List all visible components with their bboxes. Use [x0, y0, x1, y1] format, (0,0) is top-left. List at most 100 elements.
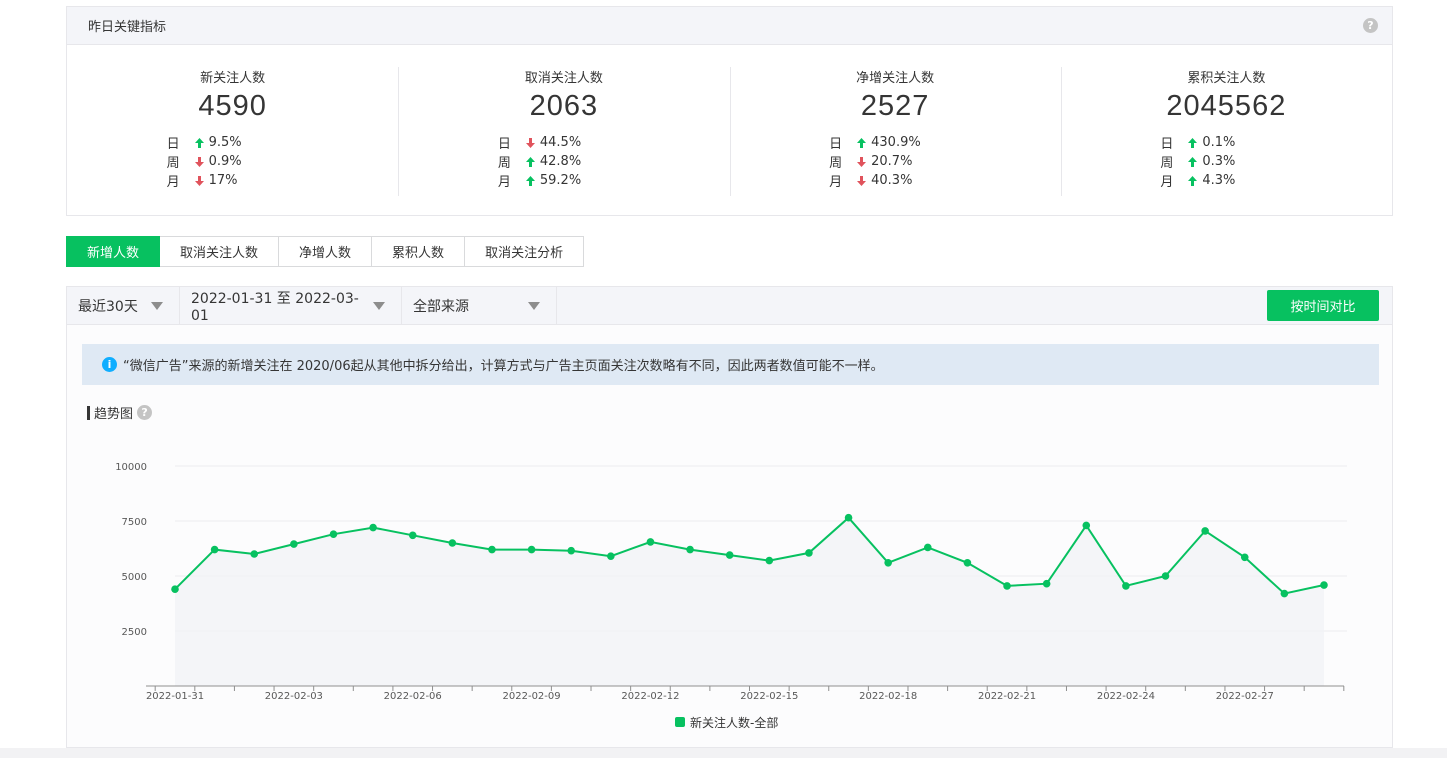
data-point: [884, 559, 892, 567]
period-label: 月: [829, 175, 843, 190]
metric-value: 2063: [529, 90, 599, 122]
change-percent: 20.7%: [871, 154, 913, 169]
arrow-up-icon: [1186, 137, 1199, 148]
arrow-up-icon: [1186, 175, 1199, 186]
metric-change-row: 周 20.7%: [829, 152, 929, 171]
data-point: [686, 545, 694, 554]
change-percent: 17%: [208, 173, 238, 188]
data-point: [1240, 553, 1249, 562]
period-label: 日: [1160, 137, 1174, 152]
tab-4[interactable]: 取消关注分析: [465, 236, 585, 267]
data-point: [210, 545, 219, 554]
metric-change-row: 日 44.5%: [498, 133, 598, 152]
period-label: 周: [497, 156, 511, 171]
data-point: [448, 539, 457, 547]
metric-change-row: 月 59.2%: [498, 171, 598, 190]
metric-change-list: 日 9.5% 周 0.9% 月 17%: [167, 133, 267, 190]
data-point: [765, 556, 774, 565]
metric-content: 累积关注人数 2045562 日 0.1% 周 0.3% 月 4.3%: [1160, 67, 1286, 190]
change-percent: 0.1%: [1202, 135, 1236, 150]
data-point: [1161, 572, 1170, 580]
metric-column: 取消关注人数 2063 日 44.5% 周 42.8% 月 59.2%: [398, 45, 729, 216]
data-point: [646, 538, 655, 546]
data-point: [1082, 521, 1091, 530]
arrow-up-icon: [524, 156, 537, 167]
x-tick-label: 2022-02-27: [1216, 691, 1274, 702]
tab-0[interactable]: 新增人数: [66, 236, 161, 267]
period-label: 周: [1160, 156, 1174, 171]
arrow-down-icon: [855, 175, 868, 186]
x-tick-label: 2022-02-09: [503, 691, 561, 702]
arrow-up-icon: [524, 175, 537, 186]
arrow-up-icon: [1186, 156, 1199, 167]
x-tick-label: 2022-02-21: [978, 691, 1036, 702]
series-area: [175, 517, 1324, 686]
arrow-down-icon: [193, 175, 206, 186]
data-point: [963, 559, 972, 567]
metric-change-row: 日 430.9%: [829, 133, 929, 152]
period-label: 月: [497, 175, 511, 190]
metric-content: 取消关注人数 2063 日 44.5% 周 42.8% 月 59.2%: [498, 67, 624, 190]
trend-panel: 最近30天 2022-01-31 至 2022-03-01 全部来源 按时间对比…: [66, 286, 1393, 748]
legend-swatch: [675, 717, 685, 727]
data-point: [923, 543, 932, 552]
data-point: [805, 549, 813, 557]
change-percent: 0.9%: [208, 154, 242, 169]
data-point: [527, 545, 536, 554]
change-percent: 59.2%: [539, 173, 582, 188]
metric-change-list: 日 44.5% 周 42.8% 月 59.2%: [498, 133, 598, 190]
data-point: [1042, 579, 1051, 588]
metric-change-row: 月 40.3%: [829, 171, 929, 190]
period-label: 日: [497, 137, 511, 152]
metric-change-row: 日 9.5%: [167, 133, 267, 152]
data-point: [567, 546, 576, 555]
data-point: [488, 545, 496, 554]
metric-content: 新关注人数 4590 日 9.5% 周 0.9% 月 17%: [167, 67, 293, 190]
question-circle-icon[interactable]: ?: [1363, 18, 1378, 33]
metrics-row: 新关注人数 4590 日 9.5% 周 0.9% 月 17% 取消关注人数 20…: [67, 45, 1392, 216]
arrow-down-icon: [524, 137, 537, 148]
metric-change-row: 月 17%: [167, 171, 267, 190]
data-point: [607, 552, 615, 560]
x-tick-label: 2022-02-12: [621, 691, 679, 702]
change-percent: 430.9%: [871, 135, 921, 150]
data-point: [408, 531, 417, 540]
metric-column: 新关注人数 4590 日 9.5% 周 0.9% 月 17%: [67, 45, 398, 216]
arrow-up-icon: [855, 137, 868, 148]
metric-change-list: 日 0.1% 周 0.3% 月 4.3%: [1160, 133, 1260, 190]
period-label: 月: [166, 175, 180, 190]
arrow-down-icon: [193, 156, 206, 167]
x-tick-label: 2022-02-15: [740, 691, 798, 702]
metric-tabs: 新增人数 取消关注人数 净增人数 累积人数 取消关注分析: [66, 236, 585, 267]
change-percent: 4.3%: [1202, 173, 1236, 188]
metric-label: 净增关注人数: [856, 71, 935, 86]
data-point: [725, 551, 734, 559]
data-point: [290, 540, 298, 548]
change-percent: 9.5%: [208, 135, 242, 150]
tab-3[interactable]: 累积人数: [372, 236, 466, 267]
y-tick-label: 2500: [122, 627, 147, 638]
period-label: 周: [166, 156, 180, 171]
key-metrics-title: 昨日关键指标: [88, 20, 167, 35]
tab-1[interactable]: 取消关注人数: [160, 236, 280, 267]
x-tick-label: 2022-02-03: [265, 691, 323, 702]
metric-change-row: 周 42.8%: [498, 152, 598, 171]
metric-change-row: 月 4.3%: [1160, 171, 1260, 190]
period-label: 周: [829, 156, 843, 171]
metric-change-row: 周 0.9%: [167, 152, 267, 171]
metric-column: 净增关注人数 2527 日 430.9% 周 20.7% 月 40.3%: [729, 45, 1061, 216]
metric-label: 取消关注人数: [524, 71, 603, 86]
y-tick-label: 7500: [122, 517, 147, 528]
data-point: [1320, 581, 1328, 589]
data-point: [329, 530, 338, 538]
period-label: 日: [829, 137, 843, 152]
data-point: [369, 523, 377, 532]
key-metrics-header: 昨日关键指标 ?: [67, 7, 1392, 45]
x-tick-label: 2022-02-24: [1097, 691, 1155, 702]
metric-change-list: 日 430.9% 周 20.7% 月 40.3%: [829, 133, 929, 190]
x-tick-label: 2022-02-18: [859, 691, 917, 702]
metric-column: 累积关注人数 2045562 日 0.1% 周 0.3% 月 4.3%: [1060, 45, 1392, 216]
tab-2[interactable]: 净增人数: [279, 236, 373, 267]
legend-label: 新关注人数-全部: [690, 715, 778, 730]
metric-label: 新关注人数: [200, 71, 266, 86]
